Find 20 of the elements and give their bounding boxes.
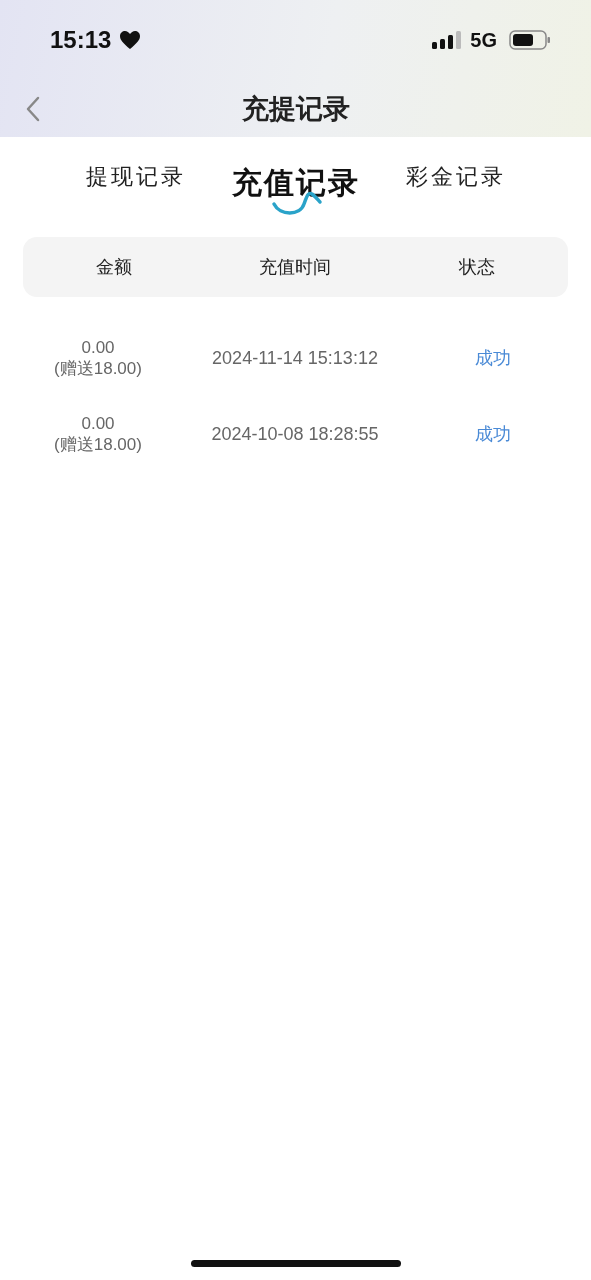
amount-text: 0.00	[81, 413, 115, 434]
time-text: 2024-11-14 15:13:12	[212, 347, 378, 369]
amount-text: 0.00	[81, 337, 115, 358]
back-icon[interactable]	[24, 96, 42, 122]
heart-icon	[119, 30, 142, 50]
bonus-text: (赠送18.00)	[54, 358, 142, 379]
page-title: 充提记录	[241, 92, 350, 126]
tab[interactable]: 彩金记录	[405, 162, 506, 192]
time-text: 2024-10-08 18:28:55	[211, 423, 379, 445]
column-header: 金额	[95, 256, 132, 279]
battery-icon	[509, 30, 551, 50]
status-text: 成功	[474, 423, 511, 446]
bonus-text: (赠送18.00)	[54, 434, 142, 455]
clock-time: 15:13	[50, 26, 112, 54]
column-header: 状态	[459, 256, 496, 279]
column-header: 充值时间	[259, 256, 332, 279]
network-label: 5G	[470, 28, 497, 52]
signal-icon	[432, 31, 463, 49]
tab[interactable]: 提现记录	[85, 162, 186, 192]
status-text: 成功	[474, 347, 511, 370]
